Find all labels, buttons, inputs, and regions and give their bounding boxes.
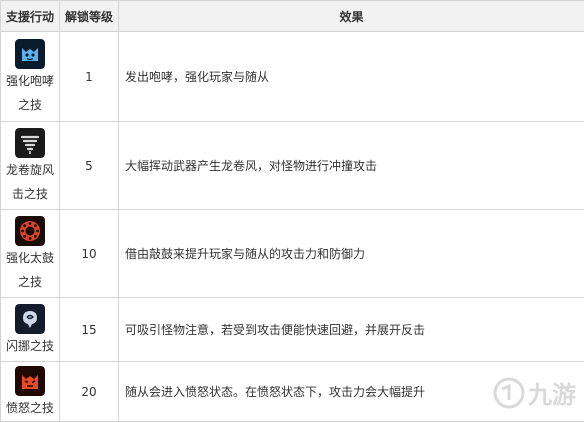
unlock-level-cell: 10 bbox=[60, 210, 119, 298]
cat-roar-icon bbox=[15, 39, 45, 69]
table-row: 闪挪之技 15 可吸引怪物注意，若受到攻击便能快速回避，并展开反击 bbox=[1, 298, 584, 362]
unlock-level-cell: 20 bbox=[60, 362, 119, 422]
action-cell: 龙卷旋风 击之技 bbox=[1, 122, 60, 210]
action-name: 龙卷旋风 bbox=[1, 158, 59, 182]
action-name-cont: 之技 bbox=[1, 270, 59, 294]
action-name: 愤怒之技 bbox=[1, 396, 59, 420]
dodge-icon bbox=[15, 304, 45, 334]
watermark-logo-icon bbox=[492, 376, 526, 410]
support-actions-table: 支援行动 解锁等级 效果 强化咆哮 之技 1 发出咆哮，强化玩家与随从 bbox=[0, 0, 584, 422]
effect-cell: 可吸引怪物注意，若受到攻击便能快速回避，并展开反击 bbox=[119, 298, 584, 362]
effect-cell: 大幅挥动武器产生龙卷风，对怪物进行冲撞攻击 bbox=[119, 122, 584, 210]
table-header-row: 支援行动 解锁等级 效果 bbox=[1, 1, 584, 32]
angry-cat-icon bbox=[15, 366, 45, 396]
effect-cell: 借由敲鼓来提升玩家与随从的攻击力和防御力 bbox=[119, 210, 584, 298]
unlock-level-cell: 5 bbox=[60, 122, 119, 210]
action-name: 强化太鼓 bbox=[1, 246, 59, 270]
watermark: 九游 bbox=[492, 375, 576, 410]
table-row: 龙卷旋风 击之技 5 大幅挥动武器产生龙卷风，对怪物进行冲撞攻击 bbox=[1, 122, 584, 210]
table-row: 强化太鼓 之技 10 借由敲鼓来提升玩家与随从的攻击力和防御力 bbox=[1, 210, 584, 298]
header-unlock-level: 解锁等级 bbox=[60, 1, 119, 32]
watermark-text: 九游 bbox=[528, 375, 576, 410]
header-effect: 效果 bbox=[119, 1, 584, 32]
action-cell: 强化咆哮 之技 bbox=[1, 32, 60, 122]
header-support-action: 支援行动 bbox=[1, 1, 60, 32]
action-name-cont: 击之技 bbox=[1, 182, 59, 206]
unlock-level-cell: 15 bbox=[60, 298, 119, 362]
action-name: 强化咆哮 bbox=[1, 69, 59, 93]
action-cell: 强化太鼓 之技 bbox=[1, 210, 60, 298]
action-cell: 愤怒之技 bbox=[1, 362, 60, 422]
action-name-cont: 之技 bbox=[1, 93, 59, 117]
tornado-icon bbox=[15, 128, 45, 158]
action-name: 闪挪之技 bbox=[1, 334, 59, 358]
effect-cell: 发出咆哮，强化玩家与随从 bbox=[119, 32, 584, 122]
unlock-level-cell: 1 bbox=[60, 32, 119, 122]
table-row: 强化咆哮 之技 1 发出咆哮，强化玩家与随从 bbox=[1, 32, 584, 122]
action-cell: 闪挪之技 bbox=[1, 298, 60, 362]
drum-icon bbox=[15, 216, 45, 246]
